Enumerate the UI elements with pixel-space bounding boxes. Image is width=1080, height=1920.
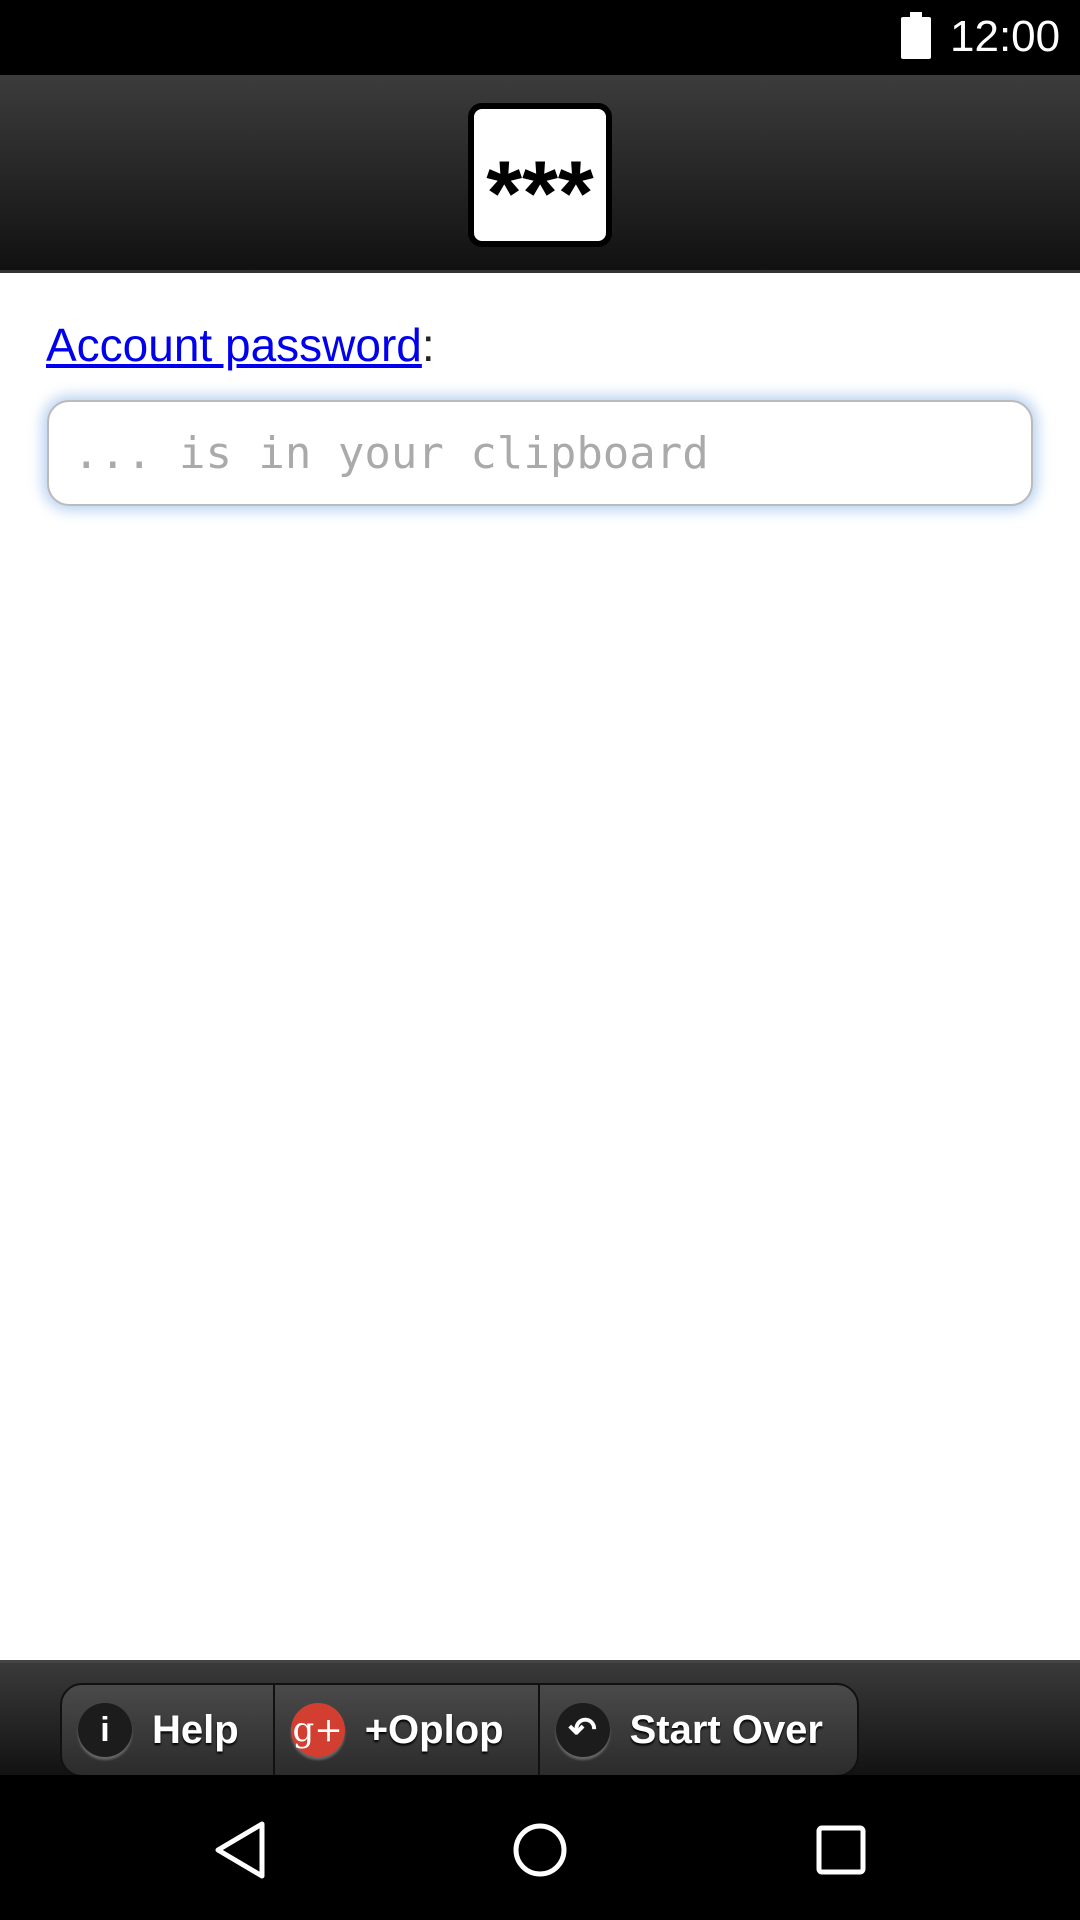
start-over-button[interactable]: ↶ Start Over bbox=[540, 1685, 857, 1775]
password-label: Account password: bbox=[46, 318, 435, 372]
label-colon: : bbox=[421, 319, 435, 371]
navigation-bar bbox=[0, 1775, 1080, 1920]
google-plus-icon: g+ bbox=[290, 1703, 345, 1757]
account-password-link[interactable]: Account password bbox=[46, 319, 422, 371]
info-icon: i bbox=[78, 1703, 132, 1757]
help-label: Help bbox=[152, 1707, 239, 1752]
home-icon[interactable] bbox=[512, 1820, 568, 1880]
button-group: i Help g+ +Oplop ↶ Start Over bbox=[60, 1683, 859, 1777]
start-over-label: Start Over bbox=[629, 1707, 823, 1752]
battery-icon bbox=[901, 12, 931, 59]
clock: 12:00 bbox=[950, 12, 1061, 61]
oplop-plus-button[interactable]: g+ +Oplop bbox=[275, 1685, 540, 1775]
back-icon[interactable] bbox=[212, 1820, 268, 1880]
help-button[interactable]: i Help bbox=[62, 1685, 275, 1775]
password-input[interactable] bbox=[47, 400, 1033, 506]
undo-icon: ↶ bbox=[555, 1703, 610, 1757]
app-header: *** bbox=[0, 75, 1080, 273]
oplop-label: +Oplop bbox=[364, 1707, 504, 1752]
app-logo: *** bbox=[468, 103, 612, 247]
footer-toolbar: i Help g+ +Oplop ↶ Start Over bbox=[0, 1660, 1080, 1778]
status-bar: 12:00 bbox=[0, 0, 1080, 75]
recents-icon[interactable] bbox=[814, 1820, 870, 1880]
